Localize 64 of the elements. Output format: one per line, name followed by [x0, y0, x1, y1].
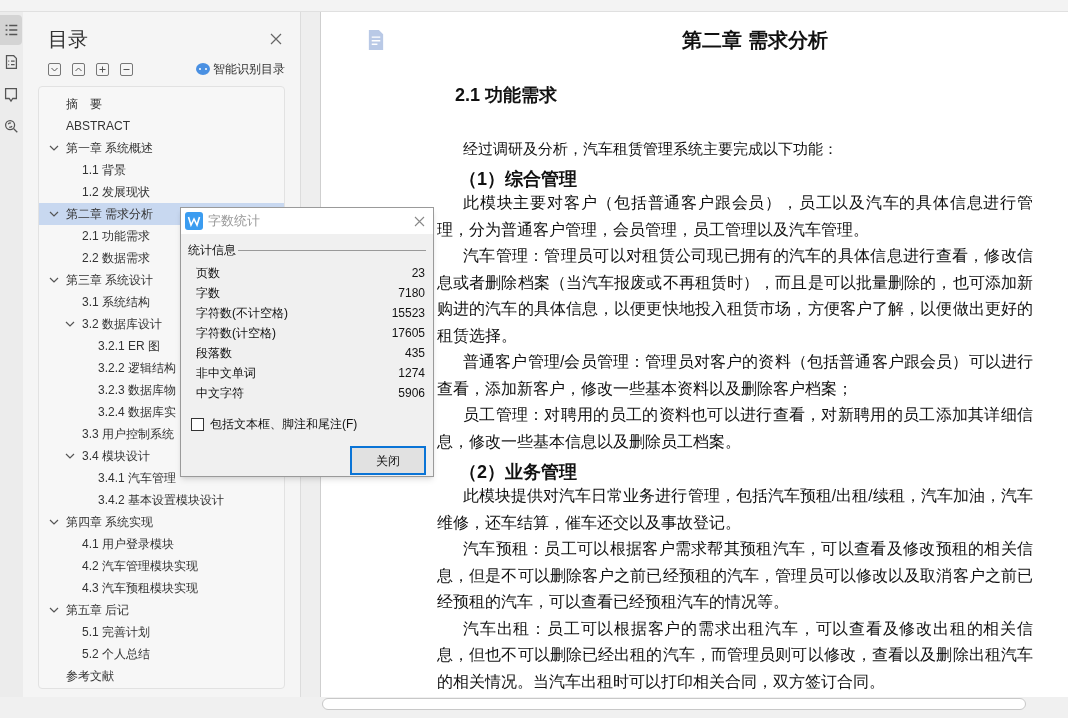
chevron-down-icon[interactable]: [49, 517, 59, 527]
chapter-title: 第二章 需求分析: [681, 28, 829, 52]
group-label: 统计信息: [188, 242, 236, 259]
toc-item[interactable]: 4.1 用户登录模块: [39, 533, 284, 555]
toc-item[interactable]: 1.1 背景: [39, 159, 284, 181]
paragraph: 汽车预租：员工可以根据客户需求帮其预租汽车，可以查看及修改预租的相关信息，但是不可以删除客户之前已经预租的汽车，管理员可以修改以及取消客户之前已经预租的汽车，可以查看已经预租汽车的情况等。: [437, 539, 1033, 612]
chevron-down-icon[interactable]: [65, 319, 75, 329]
app-logo-icon: [185, 212, 203, 230]
stat-value: 435: [404, 345, 425, 362]
toc-item[interactable]: 第一章 系统概述: [39, 137, 284, 159]
horizontal-scrollbar[interactable]: [322, 698, 1026, 710]
close-button[interactable]: 关闭: [350, 446, 426, 475]
list-icon[interactable]: [0, 15, 22, 45]
subsection-heading: （2）业务管理: [459, 461, 578, 483]
collapse-icon[interactable]: [72, 62, 85, 76]
toc-item[interactable]: 1.2 发展现状: [39, 181, 284, 203]
toc-item[interactable]: 摘 要: [39, 93, 284, 115]
toc-item[interactable]: 4.2 汽车管理模块实现: [39, 555, 284, 577]
stat-label: 中文字符: [196, 385, 244, 402]
stat-value: 17605: [391, 325, 425, 342]
stat-label: 字符数(计空格): [196, 325, 276, 342]
include-checkbox[interactable]: 包括文本框、脚注和尾注(F): [191, 415, 433, 433]
toc-item[interactable]: 3.4.1 汽车管理: [39, 467, 284, 489]
section-heading: 2.1 功能需求: [455, 84, 559, 106]
paragraph: 此模块主要对客户（包括普通客户跟会员），员工以及汽车的具体信息进行管理，分为普通客户管理，会员管理，员工管理以及汽车管理。: [437, 193, 1033, 240]
toc-item[interactable]: 第四章 系统实现: [39, 511, 284, 533]
stat-label: 页数: [196, 265, 220, 282]
chevron-down-icon[interactable]: [49, 275, 59, 285]
close-icon[interactable]: [414, 215, 425, 227]
subsection-heading: （1）综合管理: [459, 168, 578, 190]
stat-value: 1274: [398, 365, 425, 382]
paragraph: 员工管理：对聘用的员工的资料也可以进行查看，对新聘用的员工添加其详细信息，修改一些基本信息以及删除员工档案。: [437, 405, 1033, 452]
paragraph: 汽车管理：管理员可以对租赁公司现已拥有的汽车的具体信息进行查看，修改信息或者删除档案（当汽车报废或不再租赁时），而且是可以批量删除的，也可添加新购进的汽车的具体信息，以便更快地投入租赁市场，方便客户了解，以便做出更好的租赁选择。: [437, 246, 1033, 346]
stat-label: 段落数: [196, 345, 232, 362]
toc-item[interactable]: ABSTRACT: [39, 115, 284, 137]
paragraph: 普通客户管理/会员管理：管理员对客户的资料（包括普通客户跟会员）可以进行查看，添加新客户，修改一些基本资料以及删除客户档案；: [437, 352, 1033, 399]
toc-item[interactable]: 3.4.2 基本设置模块设计: [39, 489, 284, 511]
paragraph: 经过调研及分析，汽车租赁管理系统主要完成以下功能：: [462, 139, 839, 159]
minus-icon[interactable]: [120, 62, 133, 76]
panel-title: 目录: [48, 27, 88, 52]
stat-label: 字符数(不计空格): [196, 305, 288, 322]
paragraph: 此模块提供对汽车日常业务进行管理，包括汽车预租/出租/续租，汽车加油，汽车维修，还车结算，催车还交以及事故登记。: [437, 486, 1033, 533]
toc-item[interactable]: 3.4 模块设计: [39, 445, 284, 467]
plus-icon[interactable]: [96, 62, 109, 76]
stat-value: 15523: [391, 305, 425, 322]
toc-item[interactable]: 参考文献: [39, 665, 284, 687]
stat-value: 23: [411, 265, 425, 282]
chevron-down-icon[interactable]: [49, 143, 59, 153]
toc-item[interactable]: 4.3 汽车预租模块实现: [39, 577, 284, 599]
chevron-down-icon[interactable]: [65, 451, 75, 461]
toc-item[interactable]: 5.1 完善计划: [39, 621, 284, 643]
toc-item[interactable]: 5.2 个人总结: [39, 643, 284, 665]
robot-icon: [196, 63, 210, 75]
close-icon[interactable]: [270, 33, 282, 45]
chevron-down-icon[interactable]: [49, 605, 59, 615]
stat-value: 7180: [398, 285, 425, 302]
chevron-down-icon[interactable]: [49, 209, 59, 219]
stat-value: 5906: [398, 385, 425, 402]
stat-label: 字数: [196, 285, 220, 302]
expand-icon[interactable]: [48, 62, 61, 76]
paragraph: 汽车出租：员工可以根据客户的需求出租汽车，可以查看及修改出租的相关信息，但也不可以删除已经出租的汽车，而管理员则可以修改，查看以及删除出租汽车的相关情况。当汽车出租时可以打印相关合同，双方签订合同。: [437, 618, 1033, 692]
toc-item[interactable]: 第五章 后记: [39, 599, 284, 621]
smart-toc-button[interactable]: 智能识别目录: [196, 60, 285, 78]
stat-label: 非中文单词: [196, 365, 256, 382]
